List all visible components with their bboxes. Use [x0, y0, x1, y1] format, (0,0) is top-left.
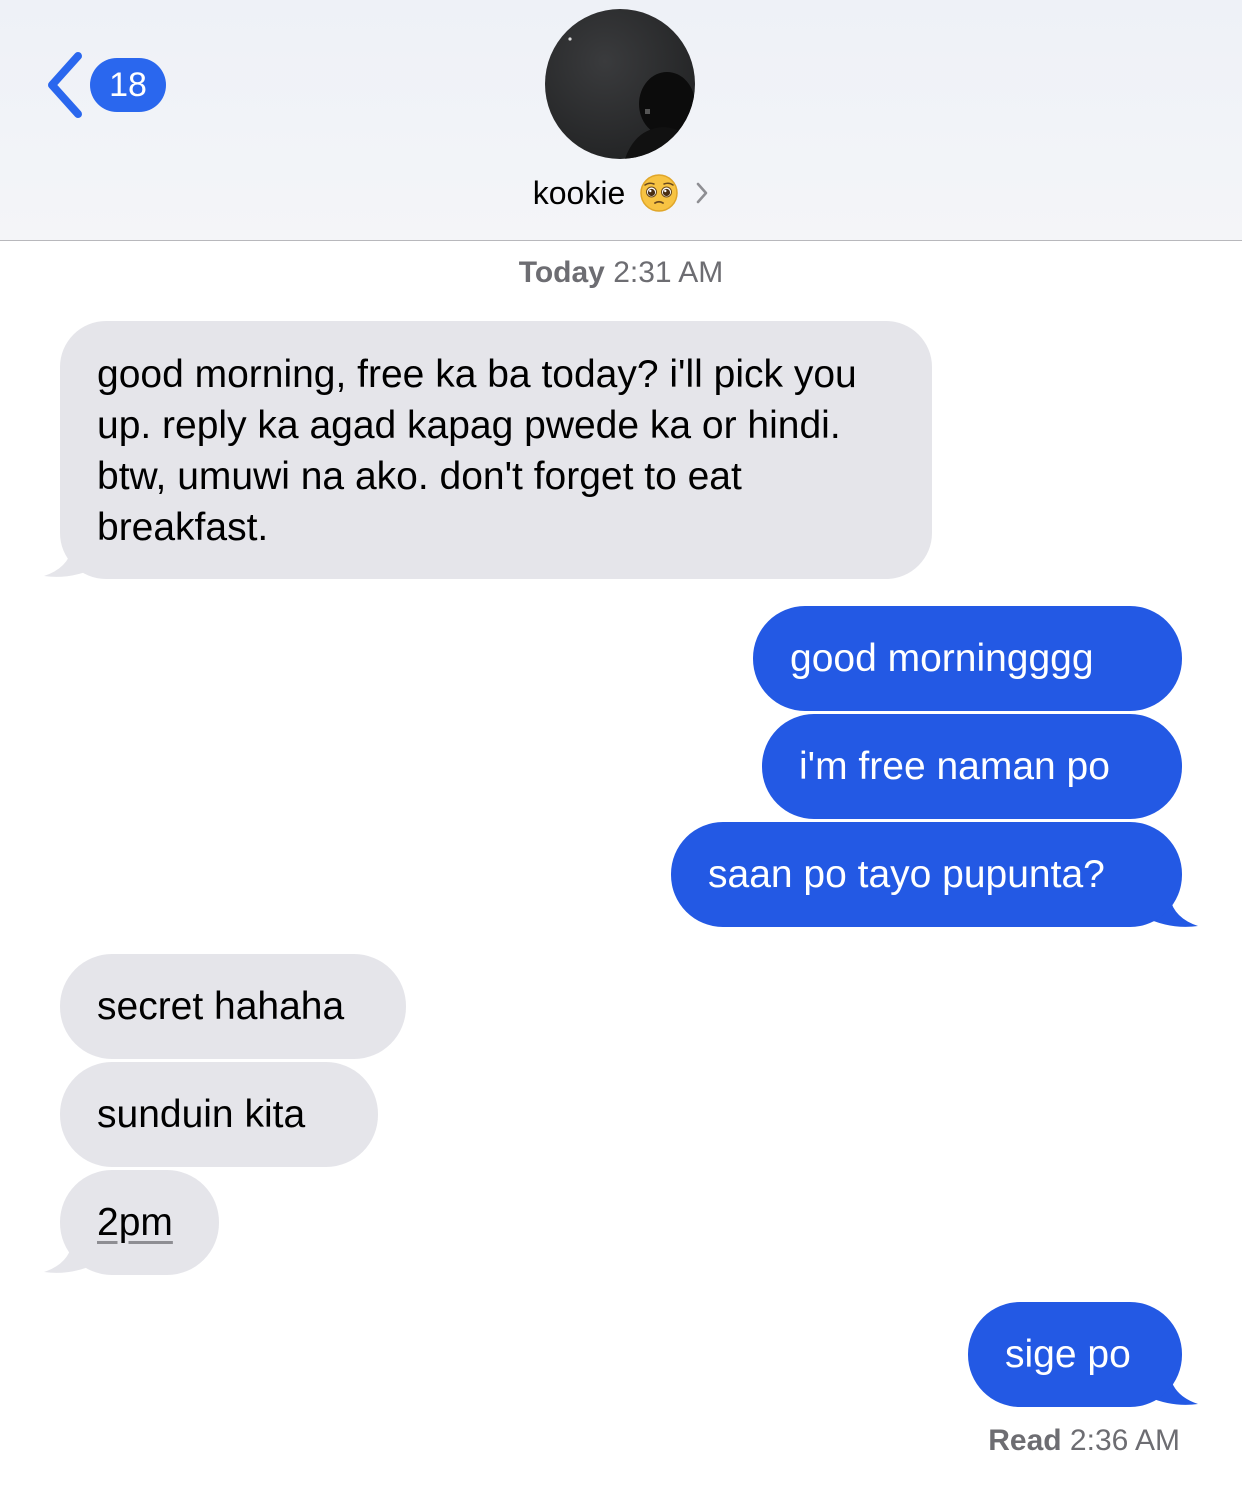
message-text: secret hahaha — [97, 985, 345, 1028]
message-bubble-outgoing[interactable]: good morningggg — [753, 606, 1182, 711]
timestamp-time: 2:31 AM — [613, 256, 724, 289]
message-text: sige po — [1005, 1333, 1131, 1376]
unread-count-badge[interactable]: 18 — [90, 58, 166, 112]
message-bubble-incoming[interactable]: 2pm — [60, 1170, 219, 1275]
message-bubble-outgoing[interactable]: i'm free naman po — [762, 714, 1182, 819]
read-receipt-label: Read — [988, 1424, 1062, 1457]
message-text: i'm free naman po — [799, 745, 1110, 788]
message-bubble-incoming[interactable]: sunduin kita — [60, 1062, 378, 1167]
read-receipt-time: 2:36 AM — [1069, 1424, 1180, 1457]
message-text: good morningggg — [790, 637, 1094, 680]
avatar-photo — [545, 9, 695, 159]
message-text: good morning, free ka ba today? i'll pic… — [97, 353, 857, 549]
thread-timestamp: Today 2:31 AM — [0, 256, 1242, 290]
read-receipt: Read 2:36 AM — [988, 1424, 1180, 1458]
contact-avatar[interactable] — [545, 9, 695, 159]
timestamp-day: Today — [518, 256, 605, 289]
chevron-left-icon[interactable] — [44, 50, 84, 120]
message-text: saan po tayo pupunta? — [708, 853, 1105, 896]
chevron-right-icon — [696, 182, 708, 203]
message-text: sunduin kita — [97, 1093, 306, 1136]
pleading-face-icon — [640, 173, 678, 212]
message-bubble-incoming[interactable]: good morning, free ka ba today? i'll pic… — [60, 321, 932, 579]
message-bubble-outgoing[interactable]: saan po tayo pupunta? — [671, 822, 1182, 927]
message-text-time-link[interactable]: 2pm — [97, 1201, 173, 1244]
contact-name-button[interactable]: kookie — [0, 170, 1242, 216]
message-bubble-incoming[interactable]: secret hahaha — [60, 954, 406, 1059]
conversation-header: 18 kookie — [0, 0, 1242, 241]
contact-name: kookie — [532, 175, 626, 211]
message-bubble-outgoing[interactable]: sige po — [968, 1302, 1182, 1407]
